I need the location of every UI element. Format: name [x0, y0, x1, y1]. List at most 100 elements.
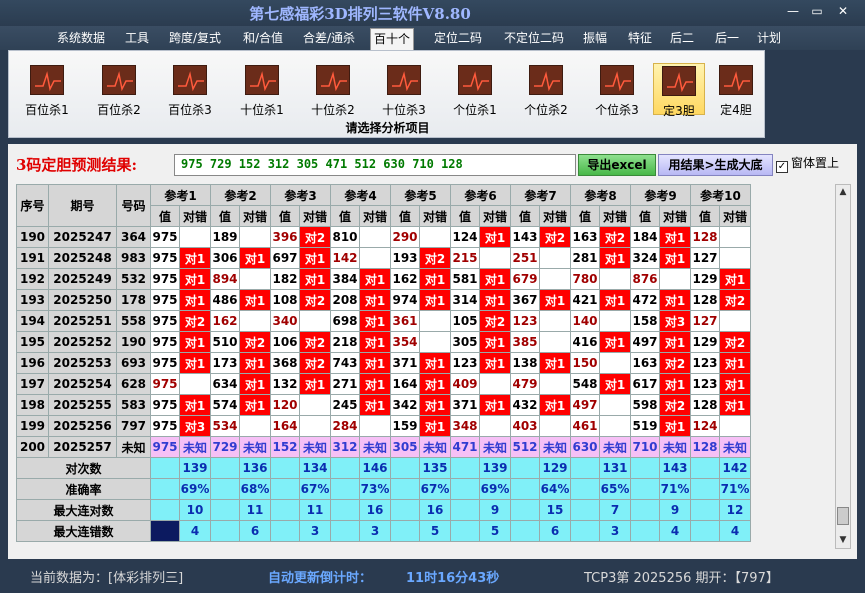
ribbon-item-3[interactable]: 十位杀1 [231, 63, 293, 117]
stats-cell: 67% [419, 478, 451, 500]
stats-cell [270, 520, 300, 542]
stats-cell [570, 499, 600, 521]
value-cell: 324 [630, 247, 660, 269]
close-button[interactable]: ✕ [832, 2, 854, 20]
ref-header: 参考2 [210, 184, 271, 206]
main-content: 3码定胆预测结果: 975 729 152 312 305 471 512 63… [8, 144, 857, 559]
menu-item-8[interactable]: 振幅 [576, 28, 614, 50]
ribbon-item-0[interactable]: 百位杀1 [16, 63, 78, 117]
ribbon-item-5[interactable]: 十位杀3 [373, 63, 435, 117]
mark-cell: 对1 [179, 289, 211, 311]
table-row: 196 2025253 693 975 对1 173 对1 368 对2 743 对1 371 对1 12… [16, 352, 751, 374]
value-cell: 143 [510, 226, 540, 248]
mark-cell: 对1 [239, 373, 271, 395]
ribbon-item-2[interactable]: 百位杀3 [159, 63, 221, 117]
value-cell: 245 [330, 394, 360, 416]
value-cell: 780 [570, 268, 600, 290]
minimize-button[interactable]: — [782, 2, 804, 20]
stats-row: 最大连对数 10 11 11 16 16 9 15 7 9 12 [16, 499, 751, 521]
menu-item-2[interactable]: 跨度/复式 [162, 28, 228, 50]
menu-item-3[interactable]: 和/合值 [236, 28, 290, 50]
menu-item-11[interactable]: 后一 [709, 28, 745, 50]
forecast-value: 710 [630, 436, 660, 458]
menu-item-7[interactable]: 不定位二码 [497, 28, 571, 50]
value-cell: 106 [270, 331, 300, 353]
value-cell: 368 [270, 352, 300, 374]
value-cell: 810 [330, 226, 360, 248]
value-cell: 497 [630, 331, 660, 353]
ribbon-item-4[interactable]: 十位杀2 [302, 63, 364, 117]
value-cell: 461 [570, 415, 600, 437]
number-cell: 178 [116, 289, 151, 311]
value-cell: 472 [630, 289, 660, 311]
status-bar: 当前数据为：[体彩排列三] 自动更新倒计时： 11时16分43秒 TCP3第 2… [0, 561, 865, 593]
forecast-mark: 未知 [539, 436, 571, 458]
export-excel-button[interactable]: 导出excel [578, 154, 656, 176]
ribbon-item-10[interactable]: 定4胆 [710, 63, 762, 117]
value-cell: 105 [450, 310, 480, 332]
stats-cell [150, 499, 180, 521]
stats-cell: 135 [419, 457, 451, 479]
ribbon-item-9[interactable]: 定3胆 [653, 63, 705, 118]
ribbon-panel: 请选择分析项目 百位杀1 百位杀2 百位杀3 十位杀1 十位杀2 十位杀3 个位杀1 个位杀2… [8, 50, 765, 138]
mark-cell [479, 247, 511, 269]
generate-base-button[interactable]: 用结果>生成大底 [658, 154, 773, 176]
stats-cell [390, 520, 420, 542]
scroll-thumb[interactable] [837, 507, 849, 525]
number-cell: 797 [116, 415, 151, 437]
vertical-scrollbar[interactable]: ▲ ▼ [835, 184, 851, 549]
mark-cell [239, 268, 271, 290]
ribbon-item-8[interactable]: 个位杀3 [586, 63, 648, 117]
value-cell: 371 [450, 394, 480, 416]
prediction-result-field[interactable]: 975 729 152 312 305 471 512 630 710 128 [174, 154, 576, 176]
number-cell: 983 [116, 247, 151, 269]
value-cell: 371 [390, 352, 420, 374]
issue-cell: 2025255 [48, 394, 117, 416]
value-subheader: 值 [510, 205, 540, 227]
value-cell: 314 [450, 289, 480, 311]
value-cell: 281 [570, 247, 600, 269]
value-cell: 182 [270, 268, 300, 290]
scroll-up-icon[interactable]: ▲ [836, 185, 850, 200]
value-cell: 975 [150, 394, 180, 416]
mark-cell: 对2 [539, 226, 571, 248]
stats-cell: 65% [599, 478, 631, 500]
value-cell: 975 [150, 226, 180, 248]
ribbon-item-1[interactable]: 百位杀2 [88, 63, 150, 117]
mark-cell [239, 226, 271, 248]
mark-subheader: 对错 [179, 205, 211, 227]
value-cell: 342 [390, 394, 420, 416]
menu-item-10[interactable]: 后二 [664, 28, 700, 50]
menu-item-9[interactable]: 特征 [621, 28, 659, 50]
seq-cell: 194 [16, 310, 49, 332]
menu-item-12[interactable]: 计划 [753, 28, 785, 50]
menu-item-6[interactable]: 定位二码 [428, 28, 488, 50]
mark-cell: 对1 [599, 247, 631, 269]
mark-cell: 对1 [419, 394, 451, 416]
value-cell: 128 [690, 226, 720, 248]
stats-cell [630, 499, 660, 521]
mark-cell [599, 415, 631, 437]
stats-cell [330, 478, 360, 500]
value-cell: 284 [330, 415, 360, 437]
maximize-button[interactable]: ▭ [806, 2, 828, 20]
menu-item-0[interactable]: 系统数据 [52, 28, 110, 50]
forecast-mark: 未知 [179, 436, 211, 458]
menu-item-4[interactable]: 合差/通杀 [297, 28, 361, 50]
forecast-mark: 未知 [599, 436, 631, 458]
issue-cell: 2025252 [48, 331, 117, 353]
menu-item-5[interactable]: 百十个 [370, 28, 414, 50]
value-cell: 132 [270, 373, 300, 395]
mark-cell [539, 310, 571, 332]
stats-cell [330, 457, 360, 479]
value-cell: 120 [270, 394, 300, 416]
scroll-down-icon[interactable]: ▼ [836, 533, 850, 548]
stats-cell [690, 457, 720, 479]
mark-cell [419, 331, 451, 353]
window-on-top-checkbox[interactable]: ✓ 窗体置上 [776, 154, 839, 173]
ribbon-item-6[interactable]: 个位杀1 [444, 63, 506, 117]
ribbon-item-7[interactable]: 个位杀2 [515, 63, 577, 117]
issue-header: 期号 [48, 184, 117, 227]
menu-item-1[interactable]: 工具 [117, 28, 157, 50]
value-cell: 975 [150, 289, 180, 311]
